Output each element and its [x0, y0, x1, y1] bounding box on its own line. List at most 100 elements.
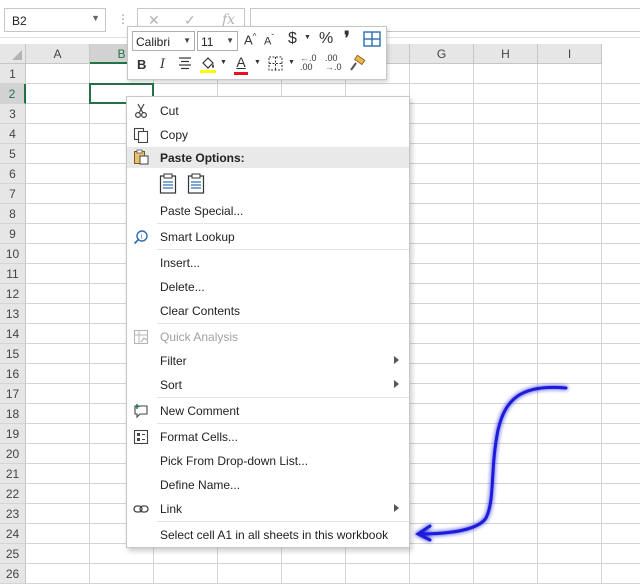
row-header-17[interactable]: 17 [0, 384, 26, 404]
font-color-button[interactable]: A [234, 54, 248, 75]
shrink-font-button[interactable]: Aˇ [264, 33, 274, 48]
mini-toolbar: Calibri ▼ 11 ▼ A^ Aˇ $ ▼ % ❜ B I ▼ A ▼ ▼… [127, 26, 387, 80]
row-header-18[interactable]: 18 [0, 404, 26, 424]
increase-decimal-button[interactable]: ←.0.00 [300, 54, 317, 72]
comma-style-button[interactable]: ❜ [344, 28, 350, 49]
wrap-text-button[interactable] [363, 30, 381, 51]
decrease-decimal-button[interactable]: .00 →.0 [325, 54, 342, 72]
menu-item-delete[interactable]: Delete... [127, 275, 409, 299]
align-center-icon [179, 57, 191, 70]
menu-label: Format Cells... [160, 430, 239, 444]
row-header-1[interactable]: 1 [0, 64, 26, 84]
bold-button[interactable]: B [137, 57, 146, 72]
menu-item-quick-analysis: Quick Analysis [127, 325, 409, 349]
column-header-h[interactable]: H [474, 44, 538, 64]
row-header-14[interactable]: 14 [0, 324, 26, 344]
paste-icon [133, 149, 149, 165]
menu-label: Select cell A1 in all sheets in this wor… [160, 528, 389, 542]
menu-item-filter[interactable]: Filter [127, 349, 409, 373]
menu-item-insert[interactable]: Insert... [127, 251, 409, 275]
quick-analysis-icon [133, 329, 149, 345]
format-painter-button[interactable] [348, 54, 366, 76]
chevron-down-icon[interactable]: ▼ [288, 59, 295, 66]
row-header-25[interactable]: 25 [0, 544, 26, 564]
clipboard-icon [159, 173, 177, 194]
menu-item-new-comment[interactable]: New Comment [127, 399, 409, 423]
select-all-button[interactable] [0, 44, 26, 64]
menu-label: Paste Options: [160, 151, 245, 165]
menu-item-smart-lookup[interactable]: i Smart Lookup [127, 225, 409, 249]
paste-default-button[interactable] [159, 173, 177, 198]
row-header-11[interactable]: 11 [0, 264, 26, 284]
column-header-g[interactable]: G [410, 44, 474, 64]
row-header-26[interactable]: 26 [0, 564, 26, 584]
menu-label: Clear Contents [160, 304, 241, 318]
menu-label: Delete... [160, 280, 205, 294]
menu-label: Pick From Drop-down List... [160, 454, 309, 468]
name-box[interactable]: B2 ▼ [4, 8, 106, 32]
chevron-down-icon[interactable]: ▼ [220, 59, 227, 66]
row-header-19[interactable]: 19 [0, 424, 26, 444]
chevron-down-icon[interactable]: ▼ [254, 59, 261, 66]
borders-icon [268, 56, 283, 71]
percent-format-button[interactable]: % [319, 30, 333, 48]
currency-format-button[interactable]: $ [288, 30, 297, 48]
menu-label: Link [160, 502, 183, 516]
row-header-4[interactable]: 4 [0, 124, 26, 144]
italic-button[interactable]: I [160, 57, 165, 72]
font-name-select[interactable]: Calibri ▼ [132, 31, 195, 51]
row-header-15[interactable]: 15 [0, 344, 26, 364]
row-header-9[interactable]: 9 [0, 224, 26, 244]
menu-item-cut[interactable]: Cut [127, 99, 409, 123]
chevron-right-icon [394, 380, 399, 388]
align-center-button[interactable] [178, 56, 192, 73]
chevron-down-icon: ▼ [183, 36, 191, 45]
font-size-select[interactable]: 11 ▼ [197, 31, 238, 51]
menu-label: Filter [160, 354, 187, 368]
format-painter-icon [350, 54, 366, 71]
row-header-7[interactable]: 7 [0, 184, 26, 204]
menu-header-paste-options: Paste Options: [127, 147, 409, 168]
menu-item-pick-from-list[interactable]: Pick From Drop-down List... [127, 449, 409, 473]
menu-label: Cut [160, 104, 179, 118]
menu-item-define-name[interactable]: Define Name... [127, 473, 409, 497]
menu-item-clear-contents[interactable]: Clear Contents [127, 299, 409, 323]
menu-item-paste-special[interactable]: Paste Special... [127, 199, 409, 223]
menu-item-select-a1-all-sheets[interactable]: Select cell A1 in all sheets in this wor… [127, 523, 409, 547]
row-header-13[interactable]: 13 [0, 304, 26, 324]
row-header-16[interactable]: 16 [0, 364, 26, 384]
row-header-21[interactable]: 21 [0, 464, 26, 484]
row-header-20[interactable]: 20 [0, 444, 26, 464]
chevron-down-icon[interactable]: ▼ [304, 34, 311, 41]
menu-separator [157, 223, 409, 224]
menu-label: Insert... [160, 256, 201, 270]
menu-item-copy[interactable]: Copy [127, 123, 409, 147]
row-header-2[interactable]: 2 [0, 84, 26, 104]
chevron-down-icon[interactable]: ▼ [91, 13, 100, 23]
row-header-10[interactable]: 10 [0, 244, 26, 264]
paste-values-button[interactable] [187, 173, 205, 198]
row-header-8[interactable]: 8 [0, 204, 26, 224]
clipboard-icon [187, 173, 205, 194]
row-header-5[interactable]: 5 [0, 144, 26, 164]
row-header-12[interactable]: 12 [0, 284, 26, 304]
annotation-arrow [415, 385, 568, 542]
row-header-23[interactable]: 23 [0, 504, 26, 524]
menu-item-format-cells[interactable]: Format Cells... [127, 425, 409, 449]
row-header-24[interactable]: 24 [0, 524, 26, 544]
column-header-a[interactable]: A [26, 44, 90, 64]
menu-item-sort[interactable]: Sort [127, 373, 409, 397]
menu-separator [157, 397, 409, 398]
column-header-i[interactable]: I [538, 44, 602, 64]
chevron-right-icon [394, 356, 399, 364]
drag-handle-icon[interactable]: ⋮ [117, 12, 129, 26]
row-header-3[interactable]: 3 [0, 104, 26, 124]
fill-color-button[interactable] [199, 54, 217, 77]
row-header-22[interactable]: 22 [0, 484, 26, 504]
copy-icon [133, 127, 149, 144]
grow-font-button[interactable]: A^ [244, 32, 256, 47]
row-header-6[interactable]: 6 [0, 164, 26, 184]
borders-button[interactable] [268, 56, 283, 74]
menu-item-link[interactable]: Link [127, 497, 409, 521]
svg-text:i: i [141, 234, 143, 241]
